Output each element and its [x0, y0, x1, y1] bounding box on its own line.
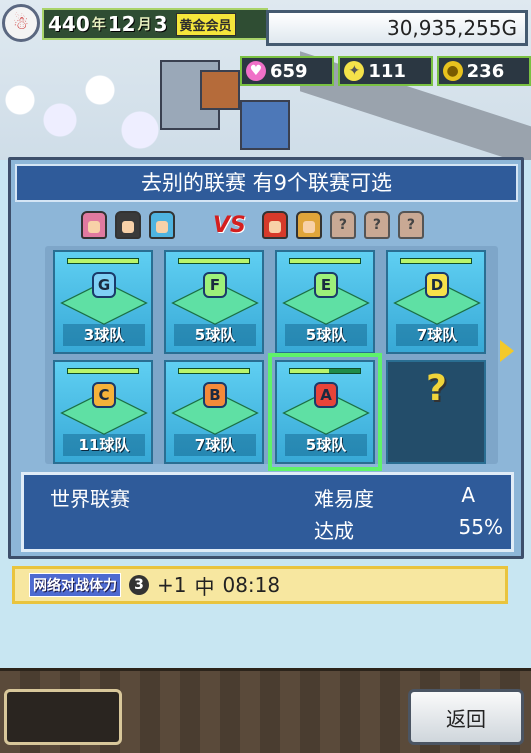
stamina-level: 中 — [194, 574, 215, 599]
difficulty-label: 难易度 — [314, 487, 374, 511]
hearts-value: 659 — [270, 60, 308, 82]
resource-stats: ♥ 659 ✦ 111 ● 236 — [240, 56, 531, 86]
empty-slot — [4, 689, 122, 745]
progress-value: 55% — [458, 515, 503, 539]
league-grade-badge: C — [92, 382, 116, 408]
month-unit: 月 — [137, 17, 152, 33]
league-progress-bar — [400, 258, 472, 264]
team-member-face — [149, 211, 175, 239]
team-member-face — [81, 211, 107, 239]
league-progress-bar — [178, 368, 250, 374]
bottom-bar: 返回 — [0, 668, 531, 753]
matchup-row: VS ? ? ? — [81, 208, 424, 242]
unknown-opponent-icon: ? — [397, 211, 424, 239]
league-tile-b[interactable]: B 7球队 — [164, 360, 264, 464]
panel-title: 去别的联赛 有9个联赛可选 — [15, 164, 518, 202]
league-panel: 去别的联赛 有9个联赛可选 VS ? ? ? G 3球队 F 5球队 E 5球队 D 7球队 C… — [8, 157, 524, 559]
league-progress-bar — [178, 258, 250, 264]
coins-value: 236 — [466, 60, 505, 82]
league-tile-c[interactable]: C 11球队 — [53, 360, 153, 464]
year-value: 440 — [48, 12, 90, 36]
vs-label: VS — [213, 212, 246, 238]
league-grid: G 3球队 F 5球队 E 5球队 D 7球队 C 11球队 B 7球队 A 5球队? — [45, 246, 498, 471]
hearts-stat: ♥ 659 — [240, 56, 335, 86]
league-info: 世界联赛 难易度 A 达成 55% — [21, 472, 514, 552]
unknown-opponent-icon: ? — [363, 211, 390, 239]
stamina-delta: +1 — [157, 573, 187, 597]
league-progress-bar — [289, 258, 361, 264]
month-value: 12 — [107, 12, 136, 36]
network-stamina-label: 网络对战体力 — [29, 573, 121, 597]
heart-icon: ♥ — [246, 61, 266, 81]
league-grade-badge: A — [314, 382, 338, 408]
opponent-face — [295, 211, 322, 239]
status-bar: ☃ 440 年 12 月 3 黄金会员 30,935,255G — [0, 0, 531, 52]
stamina-timer: 08:18 — [222, 573, 281, 597]
team-count: 11球队 — [63, 434, 145, 456]
building — [240, 100, 290, 150]
team-count: 7球队 — [396, 324, 478, 346]
ideas-stat: ✦ 111 — [338, 56, 433, 86]
league-grade-badge: G — [92, 272, 116, 298]
member-badge: 黄金会员 — [175, 12, 236, 36]
game-date: 440 年 12 月 3 黄金会员 — [42, 8, 268, 40]
team-count: 5球队 — [174, 324, 256, 346]
league-tile-f[interactable]: F 5球队 — [164, 250, 264, 354]
lightbulb-icon: ✦ — [344, 61, 365, 81]
league-grade-badge: B — [203, 382, 227, 408]
ideas-value: 111 — [368, 60, 406, 82]
team-member-face — [115, 211, 141, 239]
league-progress-bar — [67, 258, 139, 264]
league-tile-locked[interactable]: ? — [386, 360, 486, 464]
team-count: 5球队 — [285, 434, 367, 456]
league-progress-bar — [289, 368, 361, 374]
progress-label: 达成 — [314, 519, 354, 543]
building — [200, 70, 240, 110]
player-avatar[interactable]: ☃ — [2, 4, 40, 42]
league-grade-badge: F — [203, 272, 227, 298]
network-stamina-bar: 网络对战体力 3 +1 中 08:18 — [12, 566, 508, 604]
opponent-face — [261, 211, 288, 239]
league-grade-badge: D — [425, 272, 449, 298]
year-unit: 年 — [91, 17, 106, 33]
league-grade-badge: E — [314, 272, 338, 298]
team-count: 3球队 — [63, 324, 145, 346]
question-mark-icon: ? — [426, 368, 447, 409]
league-progress-bar — [67, 368, 139, 374]
league-tile-d[interactable]: D 7球队 — [386, 250, 486, 354]
next-page-arrow-icon[interactable] — [500, 340, 514, 362]
league-tile-e[interactable]: E 5球队 — [275, 250, 375, 354]
league-tile-g[interactable]: G 3球队 — [53, 250, 153, 354]
back-button[interactable]: 返回 — [408, 689, 524, 745]
stamina-count: 3 — [129, 575, 149, 595]
team-count: 5球队 — [285, 324, 367, 346]
coins-stat: ● 236 — [436, 56, 531, 86]
money-display: 30,935,255G — [266, 10, 528, 46]
unknown-opponent-icon: ? — [329, 211, 356, 239]
day-value: 3 — [153, 12, 168, 36]
difficulty-value: A — [461, 483, 475, 507]
league-name: 世界联赛 — [50, 487, 130, 511]
coin-icon: ● — [442, 61, 463, 81]
team-count: 7球队 — [174, 434, 256, 456]
league-tile-a[interactable]: A 5球队 — [268, 353, 382, 471]
